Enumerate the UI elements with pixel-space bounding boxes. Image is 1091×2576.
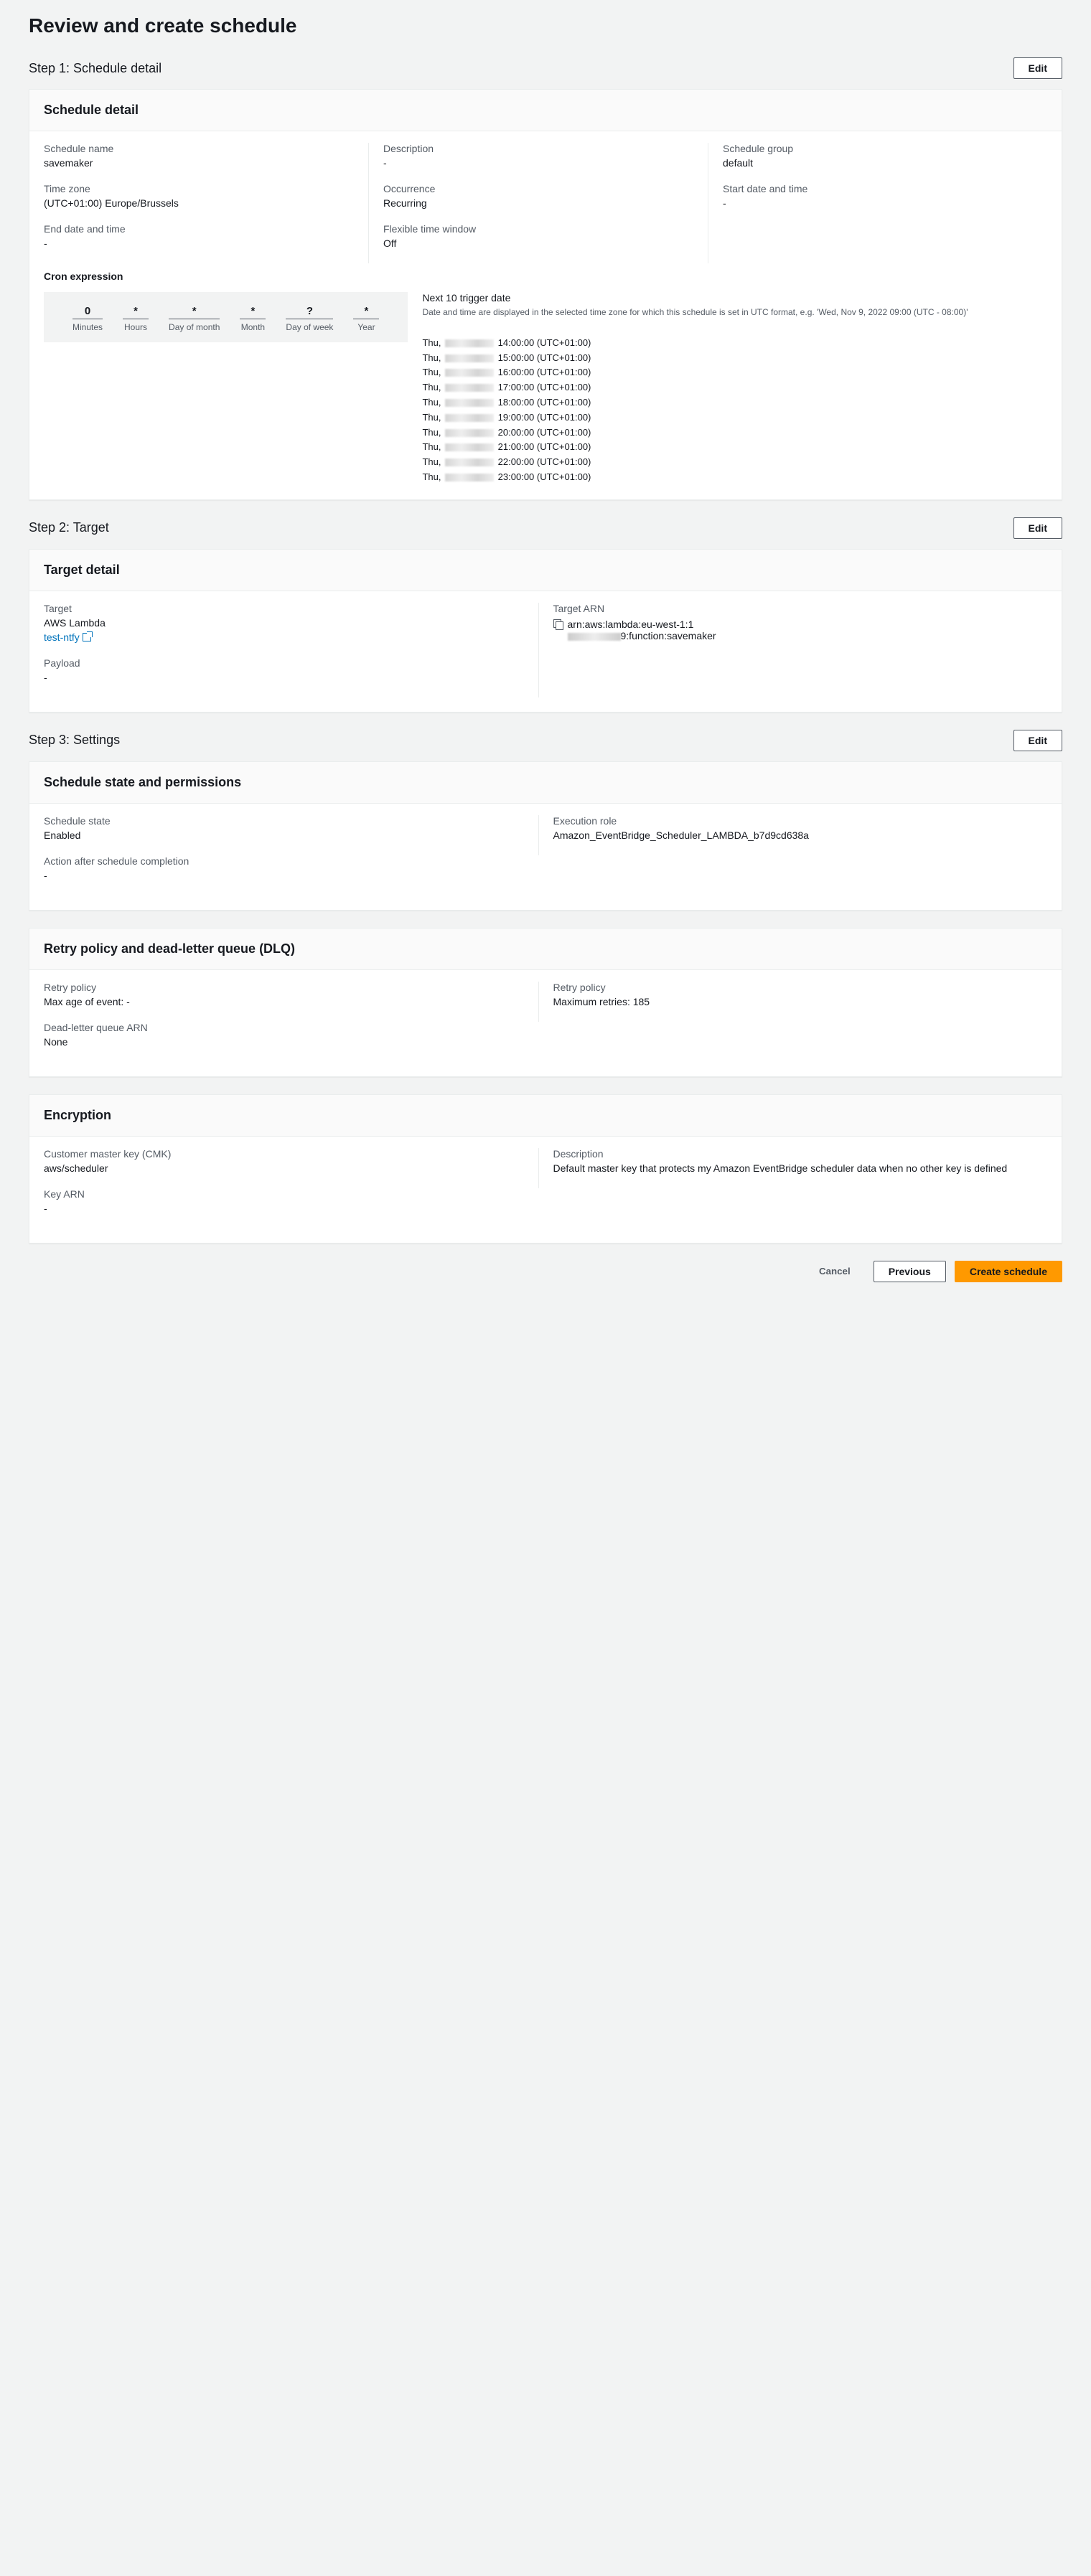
cron-hours-value: * [123,305,149,319]
schedule-detail-title: Schedule detail [44,103,1047,118]
end-value: - [44,238,354,249]
trigger-item: Thu, 23:00:00 (UTC+01:00) [422,470,1047,485]
dlq-value: None [44,1036,1047,1048]
trigger-item: Thu, 17:00:00 (UTC+01:00) [422,380,1047,395]
cron-year-label: Year [353,322,379,332]
step3-header: Step 3: Settings Edit [29,730,1062,751]
cron-label: Cron expression [44,271,1047,282]
cron-dom-value: * [169,305,220,319]
step1-header: Step 1: Schedule detail Edit [29,57,1062,79]
target-arn-label: Target ARN [553,603,1034,614]
previous-button[interactable]: Previous [874,1261,946,1282]
cmk-value: aws/scheduler [44,1162,524,1174]
execution-role-label: Execution role [553,815,1034,827]
encryption-title: Encryption [44,1108,1047,1123]
action-after-label: Action after schedule completion [44,855,1047,867]
occurrence-value: Recurring [383,197,693,209]
state-title: Schedule state and permissions [44,775,1047,790]
schedule-name-label: Schedule name [44,143,354,154]
retry-p2-label: Retry policy [553,982,1034,993]
cron-month-label: Month [240,322,266,332]
trigger-hint: Date and time are displayed in the selec… [422,306,1047,319]
timezone-label: Time zone [44,183,354,194]
start-label: Start date and time [723,183,1033,194]
schedule-state-value: Enabled [44,829,524,841]
retry-p1-value: Max age of event: - [44,996,524,1007]
cron-year-value: * [353,305,379,319]
trigger-list: Thu, 14:00:00 (UTC+01:00)Thu, 15:00:00 (… [422,336,1047,485]
step3-title: Step 3: Settings [29,733,120,748]
enc-desc-value: Default master key that protects my Amaz… [553,1162,1034,1174]
cron-minutes-label: Minutes [72,322,103,332]
copy-icon[interactable] [553,619,563,629]
external-link-icon [83,633,91,641]
step2-title: Step 2: Target [29,520,109,535]
payload-value: - [44,672,524,683]
retry-p2-value: Maximum retries: 185 [553,996,1034,1007]
retry-p1-label: Retry policy [44,982,524,993]
cmk-label: Customer master key (CMK) [44,1148,524,1160]
cron-dow-value: ? [286,305,333,319]
cron-dom-label: Day of month [169,322,220,332]
step2-header: Step 2: Target Edit [29,517,1062,539]
target-arn-value: arn:aws:lambda:eu-west-1:1 9:function:sa… [553,619,1034,641]
flex-label: Flexible time window [383,223,693,235]
create-schedule-button[interactable]: Create schedule [955,1261,1062,1282]
schedule-name-value: savemaker [44,157,354,169]
trigger-item: Thu, 21:00:00 (UTC+01:00) [422,440,1047,455]
trigger-item: Thu, 22:00:00 (UTC+01:00) [422,455,1047,470]
footer-actions: Cancel Previous Create schedule [29,1261,1062,1282]
target-function-link[interactable]: test-ntfy [44,631,91,643]
schedule-group-label: Schedule group [723,143,1033,154]
start-value: - [723,197,1033,209]
cron-dow-label: Day of week [286,322,333,332]
edit-step2-button[interactable]: Edit [1013,517,1062,539]
state-panel: Schedule state and permissions Schedule … [29,761,1062,911]
cron-hours-label: Hours [123,322,149,332]
trigger-title: Next 10 trigger date [422,292,1047,304]
timezone-value: (UTC+01:00) Europe/Brussels [44,197,354,209]
key-arn-value: - [44,1203,1047,1214]
cron-month-value: * [240,305,266,319]
action-after-value: - [44,870,1047,881]
trigger-item: Thu, 14:00:00 (UTC+01:00) [422,336,1047,351]
flex-value: Off [383,238,693,249]
description-label: Description [383,143,693,154]
dlq-label: Dead-letter queue ARN [44,1022,1047,1033]
cron-expression-box: 0 Minutes * Hours * Day of month * Month ? Da… [44,292,408,342]
schedule-group-value: default [723,157,1033,169]
payload-label: Payload [44,657,524,669]
target-detail-title: Target detail [44,563,1047,578]
target-label: Target [44,603,524,614]
trigger-item: Thu, 15:00:00 (UTC+01:00) [422,351,1047,366]
trigger-item: Thu, 18:00:00 (UTC+01:00) [422,395,1047,410]
encryption-panel: Encryption Customer master key (CMK) aws… [29,1094,1062,1244]
edit-step1-button[interactable]: Edit [1013,57,1062,79]
key-arn-label: Key ARN [44,1188,1047,1200]
trigger-item: Thu, 20:00:00 (UTC+01:00) [422,426,1047,441]
page-title: Review and create schedule [29,14,1062,37]
cancel-button[interactable]: Cancel [805,1261,865,1282]
cron-minutes-value: 0 [72,305,103,319]
occurrence-label: Occurrence [383,183,693,194]
step1-title: Step 1: Schedule detail [29,61,161,76]
schedule-detail-panel: Schedule detail Schedule name savemaker … [29,89,1062,500]
trigger-item: Thu, 19:00:00 (UTC+01:00) [422,410,1047,426]
trigger-item: Thu, 16:00:00 (UTC+01:00) [422,365,1047,380]
execution-role-value: Amazon_EventBridge_Scheduler_LAMBDA_b7d9… [553,829,1034,841]
schedule-state-label: Schedule state [44,815,524,827]
enc-desc-label: Description [553,1148,1034,1160]
end-label: End date and time [44,223,354,235]
description-value: - [383,157,693,169]
edit-step3-button[interactable]: Edit [1013,730,1062,751]
retry-panel: Retry policy and dead-letter queue (DLQ)… [29,928,1062,1077]
target-detail-panel: Target detail Target AWS Lambda test-ntf… [29,549,1062,713]
target-value: AWS Lambda [44,617,524,629]
retry-title: Retry policy and dead-letter queue (DLQ) [44,941,1047,956]
